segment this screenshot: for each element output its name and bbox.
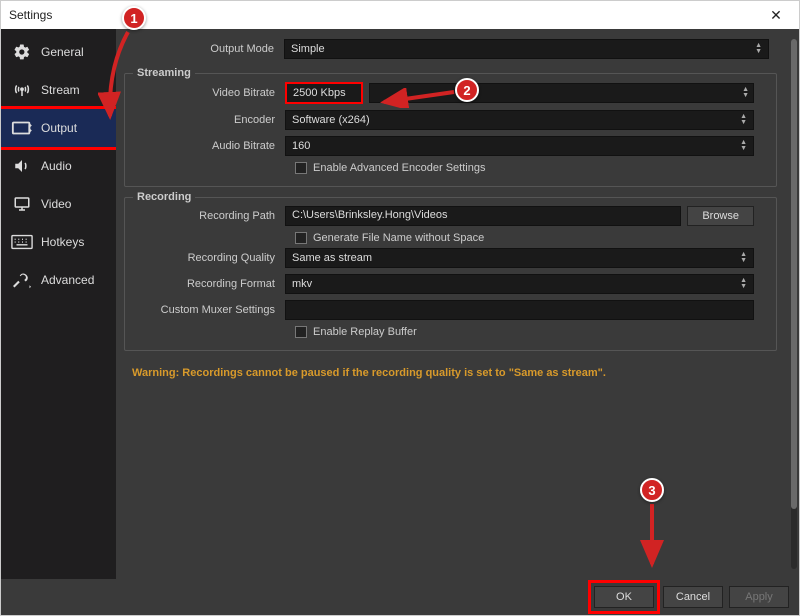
- footer: OK Cancel Apply: [1, 579, 799, 615]
- sidebar-item-output[interactable]: Output: [1, 109, 116, 147]
- audio-bitrate-select[interactable]: 160 ▲▼: [285, 136, 754, 156]
- muxer-label: Custom Muxer Settings: [125, 304, 285, 316]
- updown-icon: ▲▼: [740, 252, 747, 264]
- recording-format-label: Recording Format: [125, 278, 285, 290]
- sidebar-item-label: Advanced: [41, 273, 94, 287]
- tools-icon: [11, 271, 33, 289]
- sidebar-item-video[interactable]: Video: [1, 185, 116, 223]
- video-bitrate-input[interactable]: 2500 Kbps: [287, 84, 361, 102]
- sidebar-item-general[interactable]: General: [1, 33, 116, 71]
- window-close-button[interactable]: ✕: [761, 1, 791, 29]
- streaming-title: Streaming: [133, 67, 195, 79]
- updown-icon: ▲▼: [740, 140, 747, 152]
- output-mode-value: Simple: [291, 43, 325, 55]
- sidebar-item-label: Output: [41, 121, 77, 135]
- replay-buffer-label: Enable Replay Buffer: [313, 326, 417, 338]
- gen-filename-checkbox[interactable]: [295, 232, 307, 244]
- gen-filename-label: Generate File Name without Space: [313, 232, 484, 244]
- updown-icon[interactable]: ▲▼: [742, 87, 753, 99]
- monitor-icon: [11, 195, 33, 213]
- recording-panel: Recording Recording Path C:\Users\Brinks…: [124, 197, 777, 351]
- audio-bitrate-value: 160: [292, 140, 310, 152]
- encoder-label: Encoder: [125, 114, 285, 126]
- antenna-icon: [11, 81, 33, 99]
- sidebar-item-label: Stream: [41, 83, 80, 97]
- advanced-encoder-checkbox[interactable]: [295, 162, 307, 174]
- sidebar-item-label: Audio: [41, 159, 72, 173]
- cancel-button[interactable]: Cancel: [663, 586, 723, 608]
- replay-buffer-checkbox[interactable]: [295, 326, 307, 338]
- sidebar-item-label: Hotkeys: [41, 235, 84, 249]
- sidebar-item-audio[interactable]: Audio: [1, 147, 116, 185]
- keyboard-icon: [11, 233, 33, 251]
- output-mode-select[interactable]: Simple ▲▼: [284, 39, 769, 59]
- recording-title: Recording: [133, 191, 195, 203]
- recording-path-label: Recording Path: [125, 210, 285, 222]
- callout-3: 3: [640, 478, 664, 502]
- output-mode-label: Output Mode: [124, 43, 284, 55]
- callout-2: 2: [455, 78, 479, 102]
- recording-format-value: mkv: [292, 278, 312, 290]
- window-title: Settings: [9, 8, 52, 22]
- titlebar: Settings ✕: [1, 1, 799, 29]
- output-icon: [11, 119, 33, 137]
- recording-path-value: C:\Users\Brinksley.Hong\Videos: [292, 209, 448, 221]
- warning-text: Warning: Recordings cannot be paused if …: [124, 361, 791, 379]
- recording-quality-label: Recording Quality: [125, 252, 285, 264]
- ok-button[interactable]: OK: [594, 586, 654, 608]
- sidebar: General Stream Output: [1, 29, 116, 579]
- encoder-select[interactable]: Software (x264) ▲▼: [285, 110, 754, 130]
- audio-icon: [11, 157, 33, 175]
- video-bitrate-value: 2500 Kbps: [293, 87, 346, 99]
- sidebar-item-advanced[interactable]: Advanced: [1, 261, 116, 299]
- scrollbar-thumb[interactable]: [791, 39, 797, 509]
- recording-format-select[interactable]: mkv ▲▼: [285, 274, 754, 294]
- streaming-panel: Streaming Video Bitrate 2500 Kbps ▲▼: [124, 73, 777, 187]
- browse-button[interactable]: Browse: [687, 206, 754, 226]
- sidebar-item-label: General: [41, 45, 84, 59]
- updown-icon: ▲▼: [740, 278, 747, 290]
- updown-icon: ▲▼: [755, 43, 762, 55]
- content-panel: Output Mode Simple ▲▼ Streaming Video Bi…: [116, 29, 799, 579]
- muxer-input[interactable]: [285, 300, 754, 320]
- video-bitrate-label: Video Bitrate: [125, 87, 285, 99]
- sidebar-item-stream[interactable]: Stream: [1, 71, 116, 109]
- sidebar-item-hotkeys[interactable]: Hotkeys: [1, 223, 116, 261]
- encoder-value: Software (x264): [292, 114, 370, 126]
- advanced-encoder-label: Enable Advanced Encoder Settings: [313, 162, 485, 174]
- recording-quality-select[interactable]: Same as stream ▲▼: [285, 248, 754, 268]
- audio-bitrate-label: Audio Bitrate: [125, 140, 285, 152]
- body: General Stream Output: [1, 29, 799, 579]
- recording-quality-value: Same as stream: [292, 252, 372, 264]
- apply-button[interactable]: Apply: [729, 586, 789, 608]
- callout-1: 1: [122, 6, 146, 30]
- recording-path-input[interactable]: C:\Users\Brinksley.Hong\Videos: [285, 206, 681, 226]
- settings-window: Settings ✕ General Stream: [0, 0, 800, 616]
- sidebar-item-label: Video: [41, 197, 71, 211]
- updown-icon: ▲▼: [740, 114, 747, 126]
- gear-icon: [11, 43, 33, 61]
